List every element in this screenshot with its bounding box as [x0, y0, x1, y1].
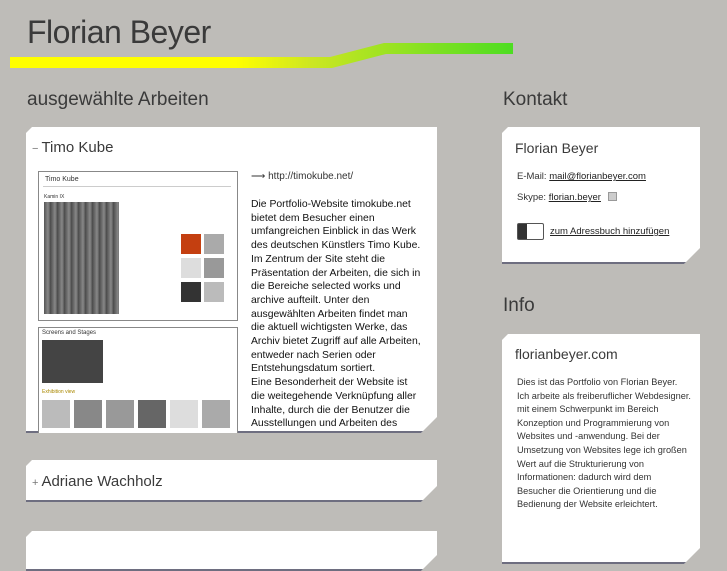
thumb — [204, 234, 224, 254]
info-card: florianbeyer.com Dies ist das Portfolio … — [502, 334, 700, 564]
addressbook-row[interactable]: zum Adressbuch hinzufügen — [517, 223, 669, 240]
works-heading: ausgewählte Arbeiten — [27, 89, 209, 110]
work-title[interactable]: − Timo Kube — [32, 139, 113, 156]
info-heading: Info — [503, 295, 535, 316]
thumb — [181, 258, 201, 278]
contact-card: Florian Beyer E-Mail: mail@florianbeyer.… — [502, 127, 700, 264]
info-title: florianbeyer.com — [515, 346, 618, 362]
artwork-image — [44, 202, 119, 314]
addressbook-link[interactable]: zum Adressbuch hinzufügen — [550, 226, 669, 237]
thumb — [181, 234, 201, 254]
thumb — [138, 400, 166, 428]
screenshot-2[interactable]: Screens and Stages Exhibition view — [38, 327, 238, 437]
work-card-adriane-wachholz: + Adriane Wachholz — [26, 460, 437, 502]
thumb — [74, 400, 102, 428]
screenshot-1[interactable]: Timo Kube Kamin IX — [38, 171, 238, 321]
screenshot-title: Screens and Stages — [42, 330, 97, 336]
thumb — [181, 282, 201, 302]
expand-icon[interactable]: + — [32, 477, 38, 489]
project-description: Die Portfolio-Website timokube.net biete… — [251, 199, 421, 430]
info-text: Dies ist das Portfolio von Florian Beyer… — [517, 377, 691, 510]
header-color-bar — [10, 43, 513, 68]
project-link[interactable]: ⟶ http://timokube.net/ — [251, 171, 353, 182]
screenshot-sub: Exhibition view — [42, 389, 76, 395]
thumb — [106, 400, 134, 428]
thumb — [202, 400, 230, 428]
vcard-icon — [517, 223, 544, 240]
work-title[interactable]: + Adriane Wachholz — [32, 473, 163, 490]
email-link[interactable]: mail@florianbeyer.com — [549, 171, 646, 182]
work-card-timo-kube: − Timo Kube Timo Kube Kamin IX Screens an… — [26, 127, 437, 433]
skype-status-icon — [608, 192, 617, 201]
skype-row: Skype: florian.beyer — [517, 192, 617, 203]
collapse-icon[interactable]: − — [32, 143, 38, 155]
thumb — [204, 258, 224, 278]
arrow-right-icon: ⟶ — [251, 171, 266, 182]
divider — [43, 186, 231, 187]
screenshot-sub: Kamin IX — [44, 194, 65, 200]
contact-name: Florian Beyer — [515, 140, 599, 156]
thumb — [170, 400, 198, 428]
screenshot-title: Timo Kube — [45, 176, 79, 183]
skype-link[interactable]: florian.beyer — [549, 192, 601, 203]
artwork-image — [42, 340, 103, 383]
work-card — [26, 531, 437, 571]
thumb — [204, 282, 224, 302]
thumb — [42, 400, 70, 428]
contact-heading: Kontakt — [503, 89, 568, 110]
email-row: E-Mail: mail@florianbeyer.com — [517, 171, 646, 182]
